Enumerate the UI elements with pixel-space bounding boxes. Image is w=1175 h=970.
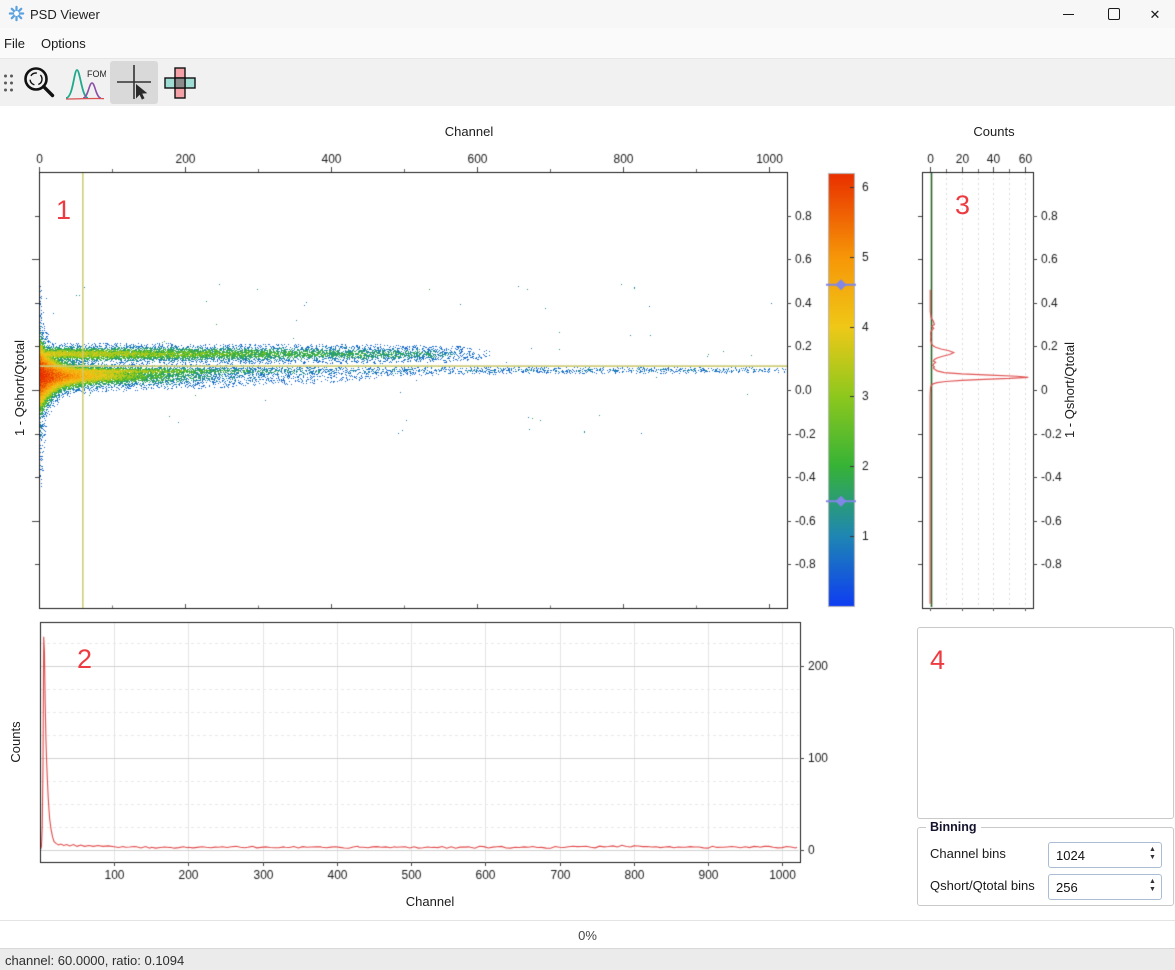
channel-bins-spinner[interactable]: ▲ ▼ (1048, 842, 1162, 868)
statusbar-text: channel: 60.0000, ratio: 0.1094 (0, 953, 184, 968)
ratio-bins-input[interactable] (1049, 875, 1144, 899)
maximize-icon (1108, 8, 1120, 20)
channel-bins-label: Channel bins (930, 846, 1006, 861)
heatmap-y-axis-title: 1 - Qshort/Qtotal (12, 308, 28, 468)
zoom-tool-button[interactable] (17, 61, 61, 104)
window-title: PSD Viewer (30, 7, 100, 22)
panel-annotation-4: 4 (930, 647, 945, 674)
grip-dots-icon (3, 73, 14, 93)
channel-projection-canvas[interactable] (0, 608, 880, 908)
close-button[interactable]: ✕ (1135, 0, 1175, 28)
menu-options[interactable]: Options (33, 36, 94, 51)
ratio-bins-label: Qshort/Qtotal bins (930, 878, 1035, 893)
channel-plot-x-axis-title: Channel (330, 894, 530, 909)
crosshair-tool-button[interactable] (110, 61, 158, 104)
ratio-plot-x-axis-title: Counts (944, 124, 1044, 139)
toolbar-grip-handle[interactable] (0, 61, 17, 104)
heatmap-plot-canvas[interactable] (0, 140, 820, 620)
minimize-icon (1063, 14, 1074, 15)
heatmap-x-axis-title: Channel (369, 124, 569, 139)
progress-row: 0% (0, 920, 1175, 949)
menubar: File Options (0, 28, 1175, 58)
panel-annotation-2: 2 (77, 646, 92, 673)
menu-file[interactable]: File (0, 36, 33, 51)
ratio-bins-spinner[interactable]: ▲ ▼ (1048, 874, 1162, 900)
quadrant-regions-tool-button[interactable] (158, 61, 202, 104)
toolbar: FOM (0, 58, 1175, 106)
fom-icon: FOM (64, 64, 106, 102)
ratio-bins-down-button[interactable]: ▼ (1149, 887, 1156, 895)
binning-groupbox: Binning Channel bins ▲ ▼ Qshort/Qtotal b… (917, 827, 1174, 906)
panel-annotation-3: 3 (955, 192, 970, 219)
statusbar: channel: 60.0000, ratio: 0.1094 (0, 948, 1175, 970)
fom-icon-label: FOM (87, 69, 106, 79)
ratio-plot-y-axis-title: 1 - Qshort/Qtotal (1062, 310, 1078, 470)
magnifier-icon (20, 64, 58, 102)
app-icon (8, 5, 25, 22)
close-icon: ✕ (1150, 8, 1161, 21)
maximize-button[interactable] (1091, 0, 1137, 28)
fom-tool-button[interactable]: FOM (63, 61, 107, 104)
channel-bins-input[interactable] (1049, 843, 1144, 867)
progress-label: 0% (578, 928, 597, 943)
ratio-projection-canvas[interactable] (890, 140, 1090, 620)
panel-annotation-1: 1 (56, 197, 71, 224)
info-panel: 4 (917, 627, 1174, 819)
psd-viewer-window: PSD Viewer ✕ File Options (0, 0, 1175, 970)
titlebar[interactable]: PSD Viewer ✕ (0, 0, 1175, 28)
binning-title: Binning (926, 820, 981, 834)
channel-bins-down-button[interactable]: ▼ (1149, 855, 1156, 863)
channel-plot-y-axis-title: Counts (8, 662, 24, 822)
crosshair-icon (115, 63, 153, 103)
minimize-button[interactable] (1045, 0, 1091, 28)
quadrant-regions-icon (162, 65, 198, 101)
